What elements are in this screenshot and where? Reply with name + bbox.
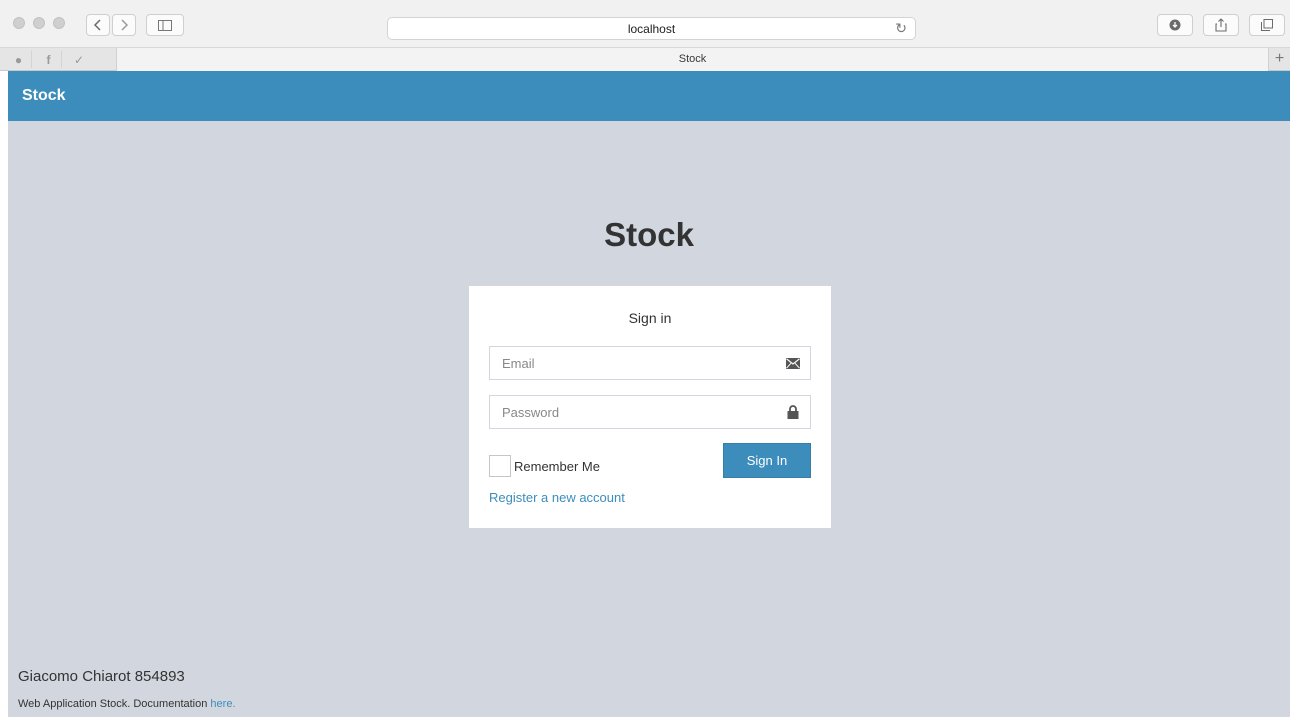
login-logo: Stock [604, 216, 694, 253]
footer-author: Giacomo Chiarot 854893 [18, 668, 185, 685]
browser-titlebar: localhost ↻ [0, 0, 1290, 48]
sidebar-toggle-button[interactable] [146, 14, 184, 36]
email-input[interactable] [490, 347, 810, 379]
downloads-button[interactable] [1157, 14, 1193, 36]
favorites-and-tabs-bar: ● f ✓ Stock + [0, 48, 1290, 71]
apple-icon[interactable]: ● [6, 51, 32, 68]
lock-icon [785, 404, 801, 420]
tabs-overview-button[interactable] [1249, 14, 1285, 36]
remember-me-checkbox[interactable] [489, 455, 511, 477]
envelope-icon [785, 355, 801, 371]
page-viewport: Stock Stock Sign in Remember Me Sign In … [8, 71, 1290, 717]
register-link[interactable]: Register a new account [489, 490, 625, 505]
navbar-brand[interactable]: Stock [22, 87, 66, 105]
email-field[interactable] [489, 346, 811, 380]
close-window-icon[interactable] [13, 17, 25, 29]
share-button[interactable] [1203, 14, 1239, 36]
login-box: Sign in Remember Me Sign In Register a n… [469, 286, 831, 528]
address-text: localhost [627, 22, 676, 36]
minimize-window-icon[interactable] [33, 17, 45, 29]
footer-doc-text: Web Application Stock. Documentation [18, 698, 208, 710]
remember-me-label[interactable]: Remember Me [514, 459, 600, 474]
password-field[interactable] [489, 395, 811, 429]
chevron-left-icon [93, 19, 101, 31]
footer-documentation: Web Application Stock. Documentation her… [18, 698, 236, 710]
twitter-icon[interactable]: ✓ [66, 51, 92, 68]
download-icon [1169, 19, 1181, 31]
sidebar-icon [158, 19, 172, 31]
tab-stock[interactable]: Stock [116, 48, 1268, 71]
facebook-icon[interactable]: f [36, 51, 62, 68]
new-tab-button[interactable]: + [1268, 48, 1290, 71]
reload-icon[interactable]: ↻ [895, 20, 907, 37]
tabs-icon [1261, 19, 1273, 31]
documentation-link[interactable]: here. [210, 698, 235, 710]
top-navbar: Stock [8, 71, 1290, 121]
share-icon [1215, 18, 1227, 32]
login-box-message: Sign in [628, 310, 672, 326]
remember-me[interactable]: Remember Me [489, 455, 600, 477]
sign-in-button[interactable]: Sign In [723, 443, 811, 478]
address-bar[interactable]: localhost ↻ [387, 17, 916, 40]
password-input[interactable] [490, 396, 810, 428]
back-button[interactable] [86, 14, 110, 36]
zoom-window-icon[interactable] [53, 17, 65, 29]
chevron-right-icon [121, 19, 129, 31]
forward-button[interactable] [112, 14, 136, 36]
